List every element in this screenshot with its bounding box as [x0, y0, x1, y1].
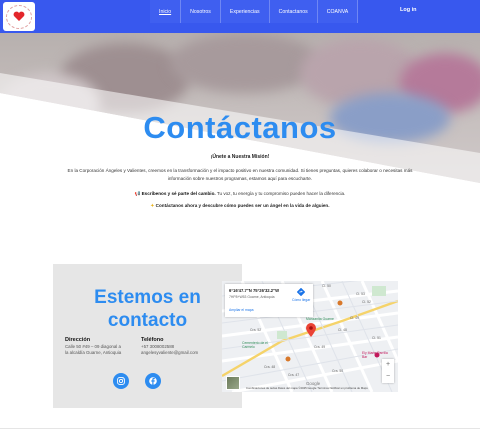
map-street-label: Cl. 52 — [362, 300, 371, 304]
map-place-label: Ely Marte Parrilla Bar — [362, 351, 388, 359]
hero-paragraph: En la Corporación Ángeles y Valientes, c… — [67, 168, 413, 181]
heart-icon — [13, 11, 25, 21]
hero-line-2: 📢 Escríbenos y sé parte del cambio. Tu v… — [0, 191, 480, 197]
hero-subtitle: ¡Únete a Nuestra Misión! — [210, 154, 270, 160]
instagram-icon — [117, 377, 125, 385]
map-street-label: Cl. 53 — [356, 292, 365, 296]
map-street-label: Cra. 52 — [250, 328, 262, 332]
map-zoom-control: + − — [382, 359, 394, 383]
address-label: Dirección — [65, 337, 91, 343]
main-menu: Inicio Nosotros Experiencias Contactanos… — [150, 0, 359, 23]
map-street-label: Cl. 48 — [338, 328, 347, 332]
email-text[interactable]: angelesyvaliente@gmail.com — [141, 350, 216, 356]
page: Inicio Nosotros Experiencias Contactanos… — [0, 0, 480, 432]
nav-item-coanva[interactable]: COANVA — [317, 0, 359, 23]
map-street-label: Cl. 49 — [350, 316, 359, 320]
facebook-button[interactable] — [145, 373, 161, 389]
map-satellite-toggle[interactable] — [226, 376, 240, 390]
megaphone-icon: 📢 — [134, 191, 142, 196]
hero-line-3: ✦ Contáctanos ahora y descubre cómo pued… — [0, 203, 480, 209]
map-pin-icon[interactable] — [306, 323, 316, 337]
address-text: Calle 50 #49 – 09 diagonal a la alcaldía… — [65, 344, 122, 355]
map-address: 7HP8+W53 Guarne, Antioquia — [229, 295, 275, 299]
hero-section: Contáctanos ¡Únete a Nuestra Misión! En … — [0, 33, 480, 248]
hero-line-2-rest: Tu voz, tu energía y tu compromiso puede… — [215, 191, 346, 196]
map-coordinates: 6°16'47.7"N 75°26'32.2"W — [229, 288, 280, 293]
directions-icon[interactable] — [297, 288, 305, 296]
contact-title: Estemos en contacto — [94, 287, 201, 331]
enlarge-map-link[interactable]: Ampliar el mapa — [229, 308, 254, 312]
map-info-card: 6°16'47.7"N 75°26'32.2"W 7HP8+W53 Guarne… — [225, 284, 313, 317]
map-street-label: Cl. 51 — [372, 336, 381, 340]
directions-label[interactable]: Cómo llegar — [292, 298, 310, 302]
map-footer: Combinaciones de teclas Datos del mapa ©… — [246, 386, 368, 390]
map-place-label: Cementerio de el Carmelo — [242, 341, 268, 349]
zoom-in-button[interactable]: + — [382, 359, 394, 371]
hero-line-2-bold: Escríbenos y sé parte del cambio. — [141, 191, 216, 196]
nav-item-contactanos[interactable]: Contactanos — [269, 0, 318, 23]
logo[interactable] — [3, 2, 35, 31]
map-street-label: Cl. 50 — [322, 284, 331, 288]
phone-label: Teléfono — [141, 337, 164, 343]
nav-item-inicio[interactable]: Inicio — [150, 0, 182, 23]
contact-card: Estemos en contacto Dirección Calle 50 #… — [53, 264, 242, 408]
map-place-label: Manzanita Guarne — [306, 317, 334, 321]
google-map[interactable]: 6°16'47.7"N 75°26'32.2"W 7HP8+W53 Guarne… — [222, 281, 398, 392]
map-street-label: Cra. 47 — [288, 373, 300, 377]
nav-item-experiencias[interactable]: Experiencias — [220, 0, 270, 23]
nav-item-nosotros[interactable]: Nosotros — [181, 0, 221, 23]
page-title: Contáctanos — [143, 110, 337, 145]
zoom-out-button[interactable]: − — [382, 371, 394, 383]
map-street-label: Cra. 48 — [264, 365, 276, 369]
hero-line-3-text: Contáctanos ahora y descubre cómo puedes… — [155, 203, 330, 208]
facebook-icon — [149, 377, 157, 385]
map-street-label: Cra. 50 — [332, 369, 344, 373]
login-link[interactable]: Log in — [400, 7, 417, 13]
top-navbar: Inicio Nosotros Experiencias Contactanos… — [0, 0, 480, 33]
logo-ring — [6, 4, 32, 29]
footer-divider — [0, 428, 480, 429]
instagram-button[interactable] — [113, 373, 129, 389]
map-street-label: Cra. 49 — [314, 345, 326, 349]
